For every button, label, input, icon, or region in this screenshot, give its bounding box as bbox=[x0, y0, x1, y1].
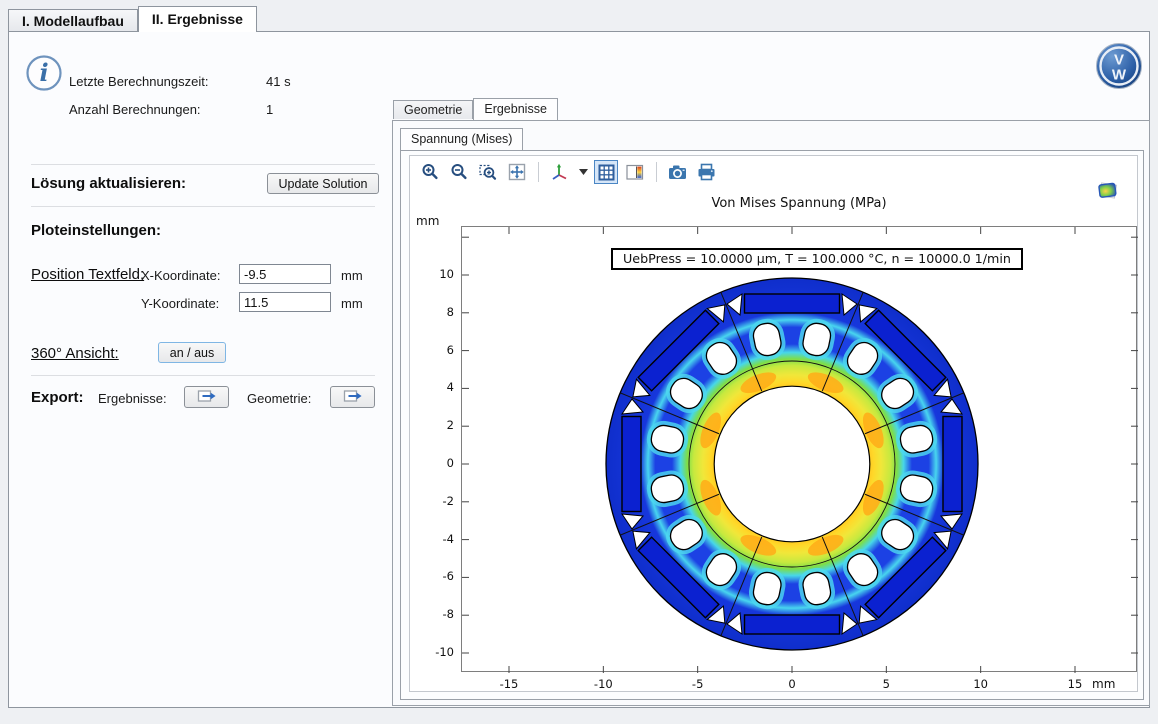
y-coordinate-label: Y-Koordinate: bbox=[141, 296, 219, 311]
tab-modellaufbau[interactable]: I. Modellaufbau bbox=[8, 9, 138, 31]
zoom-in-icon[interactable] bbox=[418, 160, 442, 184]
y-tick-label: -10 bbox=[420, 645, 454, 659]
x-tick-label: 5 bbox=[871, 677, 901, 691]
plot-tabstrip: Spannung (Mises) bbox=[400, 128, 523, 150]
zoom-box-icon[interactable] bbox=[476, 160, 500, 184]
tab-geometrie[interactable]: Geometrie bbox=[393, 100, 473, 119]
x-coordinate-input[interactable] bbox=[239, 264, 331, 284]
y-tick-label: -6 bbox=[420, 569, 454, 583]
rotor-stress-plot bbox=[462, 227, 1138, 673]
grid-toggle-icon[interactable] bbox=[594, 160, 618, 184]
divider bbox=[31, 206, 375, 207]
info-icon: i bbox=[25, 54, 63, 97]
main-tabstrip: I. Modellaufbau II. Ergebnisse bbox=[8, 6, 257, 32]
magnet-slot bbox=[941, 399, 962, 529]
x-tick-label: 0 bbox=[777, 677, 807, 691]
x-tick-label: 10 bbox=[966, 677, 996, 691]
x-coordinate-label: X-Koordinate: bbox=[141, 268, 221, 283]
vw-logo: V W bbox=[1095, 42, 1143, 95]
last-computation-value: 41 s bbox=[266, 74, 291, 89]
zoom-out-icon[interactable] bbox=[447, 160, 471, 184]
ergebnisse-tab-page: Spannung (Mises) bbox=[392, 120, 1150, 706]
y-tick-label: -4 bbox=[420, 532, 454, 546]
view-360-label: 360° Ansicht: bbox=[31, 345, 119, 362]
y-tick-label: 8 bbox=[420, 305, 454, 319]
y-tick-label: 0 bbox=[420, 456, 454, 470]
y-tick-label: 6 bbox=[420, 343, 454, 357]
tab-spannung-mises[interactable]: Spannung (Mises) bbox=[400, 128, 523, 150]
computation-count-label: Anzahl Berechnungen: bbox=[69, 102, 201, 117]
y-unit-label: mm bbox=[341, 296, 363, 311]
toolbar-separator bbox=[538, 162, 539, 182]
x-axis-unit-label: mm bbox=[1092, 677, 1115, 691]
plot-title: Von Mises Spannung (MPa) bbox=[461, 196, 1137, 211]
svg-text:i: i bbox=[39, 58, 48, 87]
y-axis-unit-label: mm bbox=[416, 214, 439, 228]
svg-text:W: W bbox=[1112, 67, 1127, 84]
x-unit-label: mm bbox=[341, 268, 363, 283]
y-tick-label: 2 bbox=[420, 418, 454, 432]
export-heading: Export: bbox=[31, 389, 84, 406]
y-tick-label: -8 bbox=[420, 607, 454, 621]
export-results-label: Ergebnisse: bbox=[98, 391, 167, 406]
x-tick-label: 15 bbox=[1060, 677, 1090, 691]
last-computation-label: Letzte Berechnungszeit: bbox=[69, 74, 208, 89]
view-orientation-icon[interactable] bbox=[548, 160, 572, 184]
view-360-toggle-button[interactable]: an / aus bbox=[158, 342, 226, 363]
y-tick-label: 10 bbox=[420, 267, 454, 281]
magnet-slot bbox=[622, 399, 643, 529]
spannung-mises-tab-page: Von Mises Spannung (MPa) mm mm UebPress … bbox=[400, 150, 1144, 700]
toolbar-separator bbox=[656, 162, 657, 182]
divider bbox=[31, 375, 375, 376]
graphics-toolbar bbox=[418, 159, 719, 185]
y-tick-label: -2 bbox=[420, 494, 454, 508]
computation-count-value: 1 bbox=[266, 102, 273, 117]
x-tick-label: -10 bbox=[588, 677, 618, 691]
magnet-slot bbox=[727, 613, 857, 634]
graphics-canvas[interactable]: Von Mises Spannung (MPa) mm mm UebPress … bbox=[409, 155, 1138, 692]
color-legend-toggle-icon[interactable] bbox=[623, 160, 647, 184]
snapshot-camera-icon[interactable] bbox=[666, 160, 690, 184]
update-solution-button[interactable]: Update Solution bbox=[267, 173, 379, 194]
export-results-icon bbox=[197, 388, 217, 404]
y-coordinate-input[interactable] bbox=[239, 292, 331, 312]
export-results-button[interactable] bbox=[184, 386, 229, 408]
magnet-slot bbox=[727, 294, 857, 315]
plot-settings-heading: Ploteinstellungen: bbox=[31, 222, 161, 239]
graphics-tabstrip: Geometrie Ergebnisse bbox=[393, 98, 558, 120]
export-geometry-icon bbox=[343, 388, 363, 404]
main-tab-page: i Letzte Berechnungszeit: 41 s Anzahl Be… bbox=[8, 31, 1150, 708]
x-tick-label: -15 bbox=[494, 677, 524, 691]
export-geometry-button[interactable] bbox=[330, 386, 375, 408]
tab-ergebnisse-plot[interactable]: Ergebnisse bbox=[473, 98, 558, 120]
tab-ergebnisse[interactable]: II. Ergebnisse bbox=[138, 6, 257, 32]
divider bbox=[31, 164, 375, 165]
export-geometry-label: Geometrie: bbox=[247, 391, 311, 406]
textfield-position-label: Position Textfeld: bbox=[31, 266, 144, 283]
print-icon[interactable] bbox=[695, 160, 719, 184]
parameter-annotation-box: UebPress = 10.0000 μm, T = 100.000 °C, n… bbox=[611, 248, 1023, 270]
plot-area[interactable]: UebPress = 10.0000 μm, T = 100.000 °C, n… bbox=[461, 226, 1137, 672]
y-tick-label: 4 bbox=[420, 380, 454, 394]
zoom-extents-icon[interactable] bbox=[505, 160, 529, 184]
x-tick-label: -5 bbox=[683, 677, 713, 691]
view-orientation-dropdown-caret[interactable] bbox=[577, 160, 589, 184]
solution-heading: Lösung aktualisieren: bbox=[31, 175, 186, 192]
